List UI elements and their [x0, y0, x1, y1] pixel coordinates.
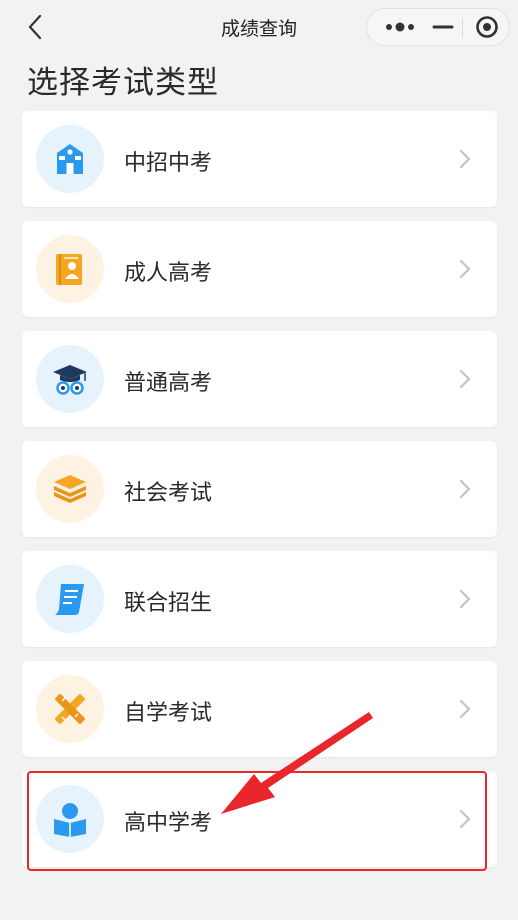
chevron-right-icon — [459, 699, 471, 719]
chevron-right-icon — [459, 149, 471, 169]
icon-badge — [36, 565, 104, 633]
exam-type-item[interactable]: 社会考试 — [22, 441, 497, 537]
target-close-icon[interactable] — [467, 9, 507, 45]
minus-icon[interactable] — [425, 9, 461, 45]
more-dots-icon[interactable] — [373, 9, 429, 45]
highlight-box — [27, 771, 487, 871]
exam-type-item[interactable]: 成人高考 — [22, 221, 497, 317]
mini-program-capsule — [366, 8, 510, 46]
page-heading: 选择考试类型 — [27, 65, 219, 101]
exam-type-label: 社会考试 — [124, 481, 213, 506]
chevron-right-icon — [459, 369, 471, 389]
icon-badge — [36, 455, 104, 523]
exam-type-item[interactable]: 自学考试 — [22, 661, 497, 757]
exam-type-item[interactable]: 普通高考 — [22, 331, 497, 427]
exam-type-item[interactable]: 中招中考 — [22, 111, 497, 207]
pencil-ruler-icon — [55, 694, 85, 724]
layers-icon — [54, 475, 86, 503]
school-building-icon — [57, 144, 83, 174]
exam-type-label: 成人高考 — [124, 261, 213, 286]
icon-badge — [36, 125, 104, 193]
graduation-cap-icon — [53, 365, 87, 395]
icon-badge — [36, 675, 104, 743]
document-scroll-icon — [55, 584, 84, 615]
exam-type-label: 中招中考 — [124, 151, 213, 176]
chevron-right-icon — [459, 589, 471, 609]
nav-bar: 成绩查询 — [0, 0, 518, 54]
book-person-icon — [56, 254, 82, 285]
exam-type-item[interactable]: 联合招生 — [22, 551, 497, 647]
chevron-right-icon — [459, 479, 471, 499]
capsule-divider — [462, 18, 463, 38]
exam-type-label: 自学考试 — [124, 701, 213, 726]
icon-badge — [36, 345, 104, 413]
icon-badge — [36, 235, 104, 303]
exam-type-label: 联合招生 — [124, 591, 213, 616]
exam-type-label: 普通高考 — [124, 371, 213, 396]
chevron-right-icon — [459, 259, 471, 279]
